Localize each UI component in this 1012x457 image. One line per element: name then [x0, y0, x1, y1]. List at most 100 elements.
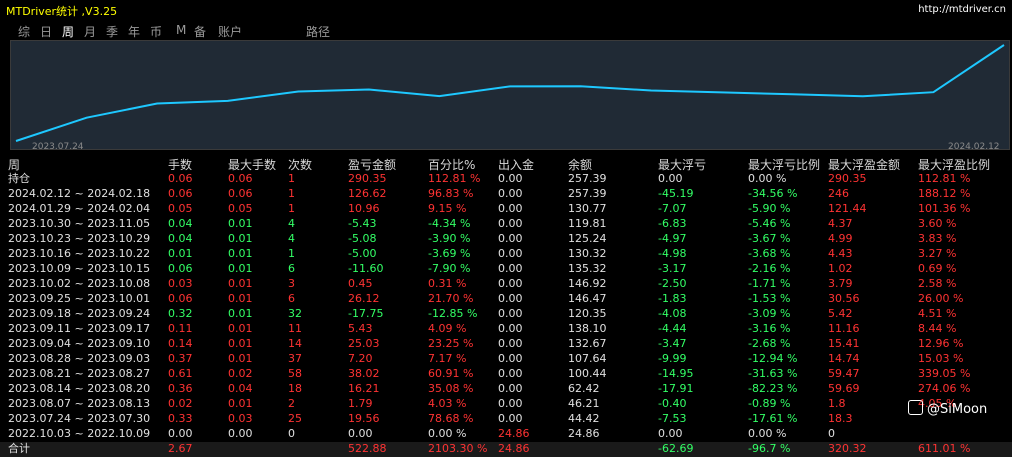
table-cell: -17.75 [348, 307, 384, 320]
table-cell: 0.01 [228, 232, 253, 245]
table-cell: -9.99 [658, 352, 687, 365]
table-cell: 5.43 [348, 322, 373, 335]
table-cell: 135.32 [568, 262, 607, 275]
table-cell: 0.00 [658, 172, 683, 185]
tab-3[interactable]: 月 [84, 23, 96, 40]
table-cell: 25 [288, 412, 302, 425]
table-cell: 0.05 [168, 202, 193, 215]
table-cell: 0.00 [498, 217, 523, 230]
table-cell: 0.00 [498, 232, 523, 245]
equity-series-line [15, 44, 1005, 142]
table-cell: 0.03 [168, 277, 193, 290]
tab-8[interactable]: 备 [194, 23, 206, 40]
table-cell: 0.00 [498, 262, 523, 275]
table-cell: 0.00 [498, 172, 523, 185]
table-cell: 119.81 [568, 217, 607, 230]
table-cell: 257.39 [568, 187, 607, 200]
table-cell: 246 [828, 187, 849, 200]
table-cell: -4.44 [658, 322, 687, 335]
table-cell: -2.50 [658, 277, 687, 290]
table-cell: 4.99 [828, 232, 853, 245]
table-cell: -0.89 % [748, 397, 791, 410]
table-cell: 0.06 [168, 292, 193, 305]
table-cell: 最大浮亏比例 [748, 158, 821, 172]
table-cell: 持仓 [8, 172, 30, 185]
tab-4[interactable]: 季 [106, 23, 118, 40]
table-cell: -45.19 [658, 187, 694, 200]
table-cell: 0.01 [228, 307, 253, 320]
table-cell: 522.88 [348, 442, 387, 455]
table-cell: -5.00 [348, 247, 377, 260]
tab-7[interactable]: M [176, 23, 186, 37]
table-cell: 2023.10.09 ~ 2023.10.15 [8, 262, 151, 275]
table-cell: 1.79 [348, 397, 373, 410]
table-cell: 2023.10.30 ~ 2023.11.05 [8, 217, 151, 230]
table-cell: 0.04 [228, 382, 253, 395]
table-cell: 14.74 [828, 352, 860, 365]
table-cell: 0.00 [498, 337, 523, 350]
tab-0[interactable]: 综 [18, 23, 30, 40]
table-cell: 盈亏金额 [348, 158, 397, 172]
tab-5[interactable]: 年 [128, 23, 140, 40]
table-cell: 16.21 [348, 382, 380, 395]
table-cell: 96.83 % [428, 187, 474, 200]
table-cell: 0.00 [168, 427, 193, 440]
table-row: 2023.07.24 ~ 2023.07.30 0.33 0.03 25 19.56 78… [0, 412, 1012, 427]
table-cell: -1.83 [658, 292, 687, 305]
table-cell: 0.00 [498, 292, 523, 305]
table-cell: 1.02 [828, 262, 853, 275]
table-cell: 0.05 [228, 202, 253, 215]
equity-chart [10, 40, 1010, 150]
table-cell: -4.34 % [428, 217, 471, 230]
tab-9[interactable]: 账户 [218, 23, 242, 40]
table-row: 2023.08.14 ~ 2023.08.20 0.36 0.04 18 16.21 35… [0, 382, 1012, 397]
table-cell: 0.01 [228, 247, 253, 260]
table-cell: 0.01 [168, 247, 193, 260]
table-cell: 0.01 [228, 397, 253, 410]
table-cell: 0.01 [228, 352, 253, 365]
table-cell: 37 [288, 352, 302, 365]
table-cell: 0.61 [168, 367, 193, 380]
table-row: 2023.10.16 ~ 2023.10.22 0.01 0.01 1 -5.00 -3.… [0, 247, 1012, 262]
table-cell: 611.01 % [918, 442, 971, 455]
table-cell: 1 [288, 247, 295, 260]
table-cell: 出入金 [498, 158, 535, 172]
table-cell: -3.17 [658, 262, 687, 275]
table-cell: 2023.10.16 ~ 2023.10.22 [8, 247, 151, 260]
tab-2[interactable]: 周 [62, 23, 74, 40]
x-start-label: 2023.07.24 [32, 142, 84, 152]
table-cell: 44.42 [568, 412, 600, 425]
table-cell: 58 [288, 367, 302, 380]
table-cell: 0.01 [228, 337, 253, 350]
table-cell: 2103.30 % [428, 442, 488, 455]
table-cell: -34.56 % [748, 187, 798, 200]
tab-1[interactable]: 日 [40, 23, 52, 40]
table-cell: -1.71 % [748, 277, 791, 290]
table-cell: 0.01 [228, 262, 253, 275]
table-cell: 26.00 % [918, 292, 964, 305]
table-cell: -2.68 % [748, 337, 791, 350]
table-cell: 2.58 % [918, 277, 957, 290]
table-cell: -3.69 % [428, 247, 471, 260]
table-cell: -31.63 % [748, 367, 798, 380]
table-cell: 290.35 [348, 172, 387, 185]
website-link[interactable]: http://mtdriver.cn [918, 4, 1006, 15]
table-cell: 7.17 % [428, 352, 467, 365]
table-cell: -3.16 % [748, 322, 791, 335]
table-cell: 6 [288, 262, 295, 275]
table-cell: 18 [288, 382, 302, 395]
table-cell: 2023.09.25 ~ 2023.10.01 [8, 292, 151, 305]
tab-6[interactable]: 币 [150, 23, 162, 40]
watermark-text: @SiMoon [927, 402, 988, 417]
table-cell: -0.40 [658, 397, 687, 410]
table-cell: 0.00 [658, 427, 683, 440]
tab-10[interactable]: 路径 [306, 23, 330, 40]
table-cell: 2023.07.24 ~ 2023.07.30 [8, 412, 151, 425]
table-cell: 112.81 % [428, 172, 481, 185]
table-cell: 0.06 [168, 187, 193, 200]
table-cell: 0.00 % [428, 427, 467, 440]
table-row: 2022.10.03 ~ 2022.10.09 0.00 0.00 0 0.00 0.00… [0, 427, 1012, 442]
table-cell: 百分比% [428, 158, 476, 172]
table-cell: -1.53 % [748, 292, 791, 305]
table-cell: 60.91 % [428, 367, 474, 380]
